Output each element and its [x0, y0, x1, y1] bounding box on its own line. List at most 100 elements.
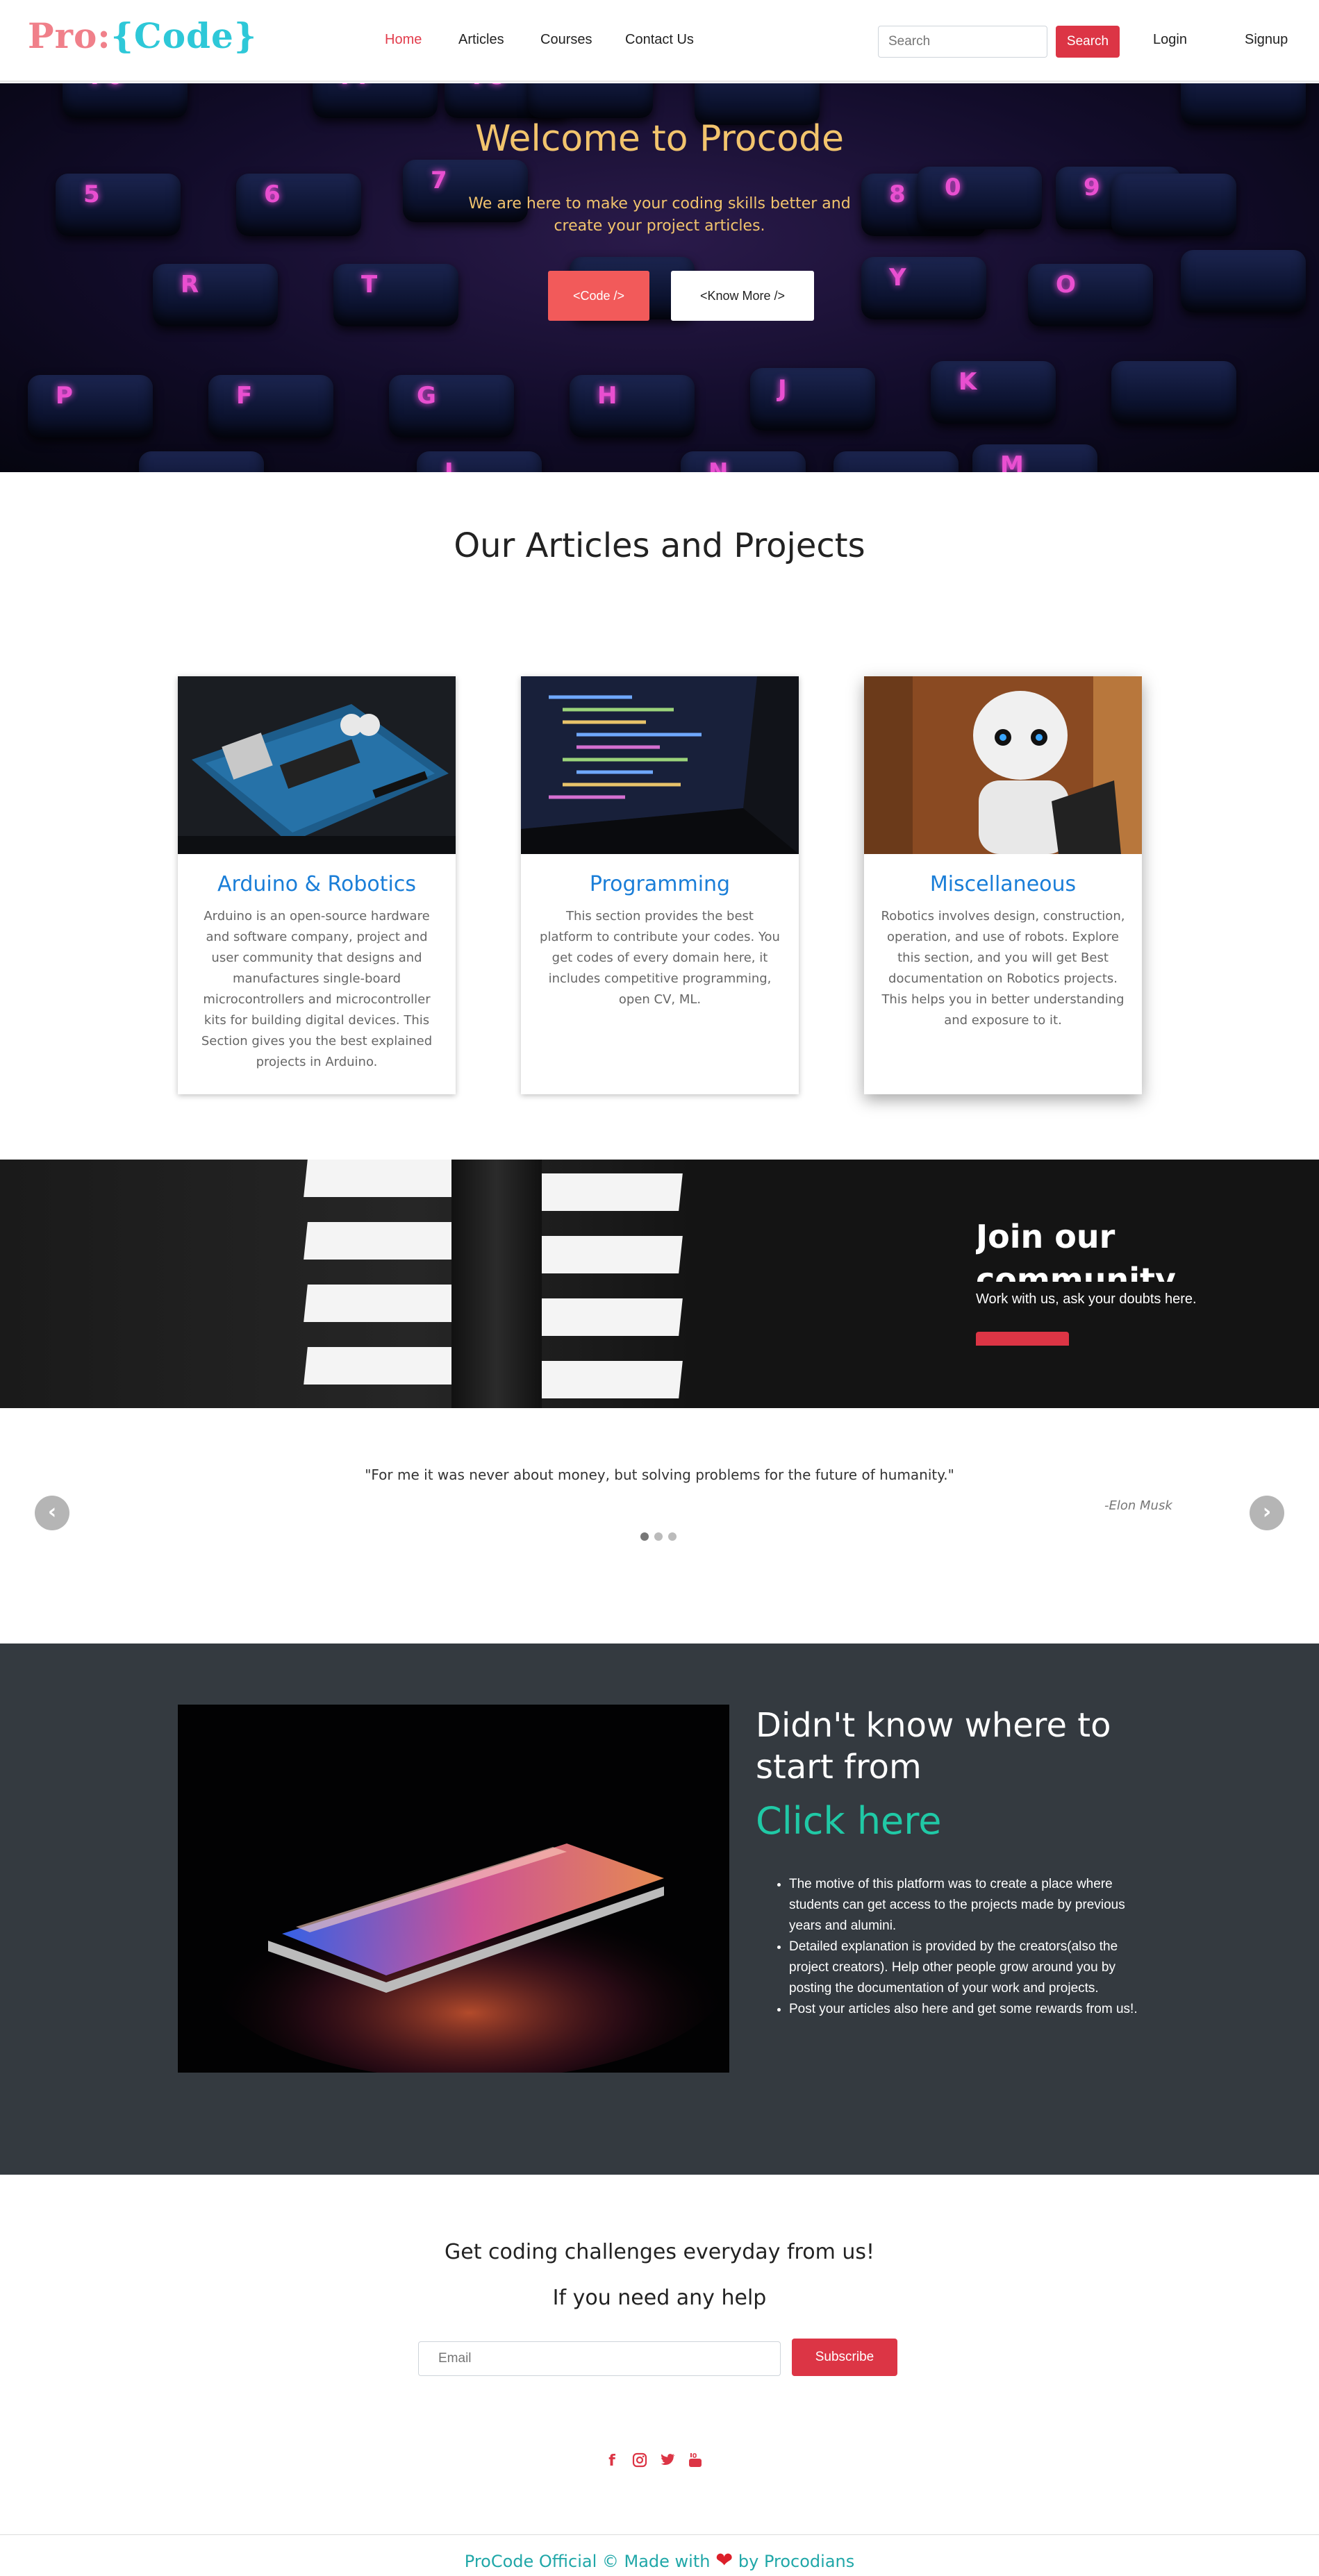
- keyboard-key-label: L: [445, 458, 460, 472]
- keyboard-key: R: [153, 264, 278, 326]
- signup-button[interactable]: Signup: [1245, 32, 1288, 48]
- nav-home[interactable]: Home: [385, 32, 422, 48]
- keyboard-key-label: F: [236, 382, 253, 410]
- search-button[interactable]: Search: [1056, 26, 1120, 58]
- keyboard-key-label: P: [56, 382, 73, 410]
- keyboard-key-label: T: [361, 271, 378, 299]
- laptop-image: [178, 1705, 729, 2073]
- instagram-icon[interactable]: [631, 2452, 649, 2470]
- nav-courses[interactable]: Courses: [540, 32, 592, 48]
- keyboard-key: [528, 83, 653, 118]
- list-item: The motive of this platform was to creat…: [789, 1874, 1150, 1937]
- list-item: Detailed explanation is provided by the …: [789, 1937, 1150, 1999]
- robot-image: [864, 676, 1142, 854]
- click-here-link[interactable]: Click here: [756, 1799, 942, 1843]
- navbar: Pro:{Code} Home Articles Courses Contact…: [0, 0, 1319, 82]
- article-card-programming[interactable]: Programming This section provides the be…: [521, 676, 799, 1094]
- keyboard-key-label: N: [708, 458, 729, 472]
- keyboard-key: [139, 451, 264, 472]
- community-text: Work with us, ask your doubts here.: [976, 1291, 1197, 1307]
- card-title[interactable]: Programming: [521, 872, 799, 896]
- card-text: Arduino is an open-source hardware and s…: [201, 909, 433, 1069]
- subscribe-button[interactable]: Subscribe: [792, 2339, 897, 2376]
- code-button[interactable]: <Code />: [548, 271, 649, 321]
- hero-subtitle-line1: We are here to make your coding skills b…: [468, 195, 851, 212]
- code-laptop-image: [521, 676, 799, 854]
- keyboard-key-label: F7: [340, 83, 373, 90]
- brand-logo[interactable]: Pro:{Code}: [28, 15, 257, 56]
- start-section: Didn't know where to start from Click he…: [0, 1644, 1319, 2175]
- login-button[interactable]: Login: [1153, 32, 1187, 48]
- keyboard-key: T: [333, 264, 458, 326]
- facebook-icon[interactable]: f: [603, 2452, 621, 2470]
- footer: ProCode Official © Made with ❤ by Procod…: [0, 2548, 1319, 2573]
- keyboard-key: F6: [63, 83, 188, 118]
- card-title[interactable]: Miscellaneous: [864, 872, 1142, 896]
- keyboard-key-label: J: [778, 375, 787, 403]
- newsletter-title: Get coding challenges everyday from us!: [444, 2240, 874, 2264]
- keyboard-key-label: 7: [431, 167, 447, 194]
- hero-subtitle: We are here to make your coding skills b…: [0, 193, 1319, 237]
- join-button[interactable]: [976, 1332, 1069, 1346]
- card-title[interactable]: Arduino & Robotics: [178, 872, 456, 896]
- carousel-next-icon[interactable]: ›: [1250, 1496, 1284, 1530]
- twitter-icon[interactable]: [658, 2452, 677, 2470]
- carousel-dot[interactable]: [640, 1532, 649, 1541]
- keyboard-key: L: [417, 451, 542, 472]
- keyboard-key-label: M: [1000, 451, 1024, 472]
- keyboard-key: F: [208, 375, 333, 437]
- nav-contact-us[interactable]: Contact Us: [625, 32, 694, 48]
- carousel-dot[interactable]: [668, 1532, 677, 1541]
- carousel-prev-icon[interactable]: ‹: [35, 1496, 69, 1530]
- keyboard-key: G: [389, 375, 514, 437]
- hero-subtitle-line2: create your project articles.: [554, 217, 765, 235]
- keyboard-key-label: G: [417, 382, 436, 410]
- start-title: Didn't know where to start from: [756, 1706, 1111, 1787]
- keyboard-key-label: O: [1056, 271, 1076, 299]
- motive-list: The motive of this platform was to creat…: [789, 1874, 1150, 2020]
- keyboard-key: O: [1028, 264, 1153, 326]
- brand-pro: Pro:: [28, 15, 111, 56]
- keyboard-key: P: [28, 375, 153, 437]
- keyboard-key: N: [681, 451, 806, 472]
- know-more-button[interactable]: <Know More />: [671, 271, 814, 321]
- keyboard-key: H: [570, 375, 695, 437]
- keyboard-key: F7: [313, 83, 438, 118]
- keyboard-key: K: [931, 361, 1056, 424]
- hero-title: Welcome to Procode: [474, 118, 845, 160]
- keyboard-key-label: H: [597, 382, 617, 410]
- hero-banner: F6F7F8567890RTYOPFGHJKLNM Welcome to Pro…: [0, 83, 1319, 472]
- brand-code: {Code}: [110, 15, 257, 56]
- arduino-board-image: [178, 676, 456, 854]
- carousel-dot[interactable]: [654, 1532, 663, 1541]
- community-banner: Join our community Work with us, ask you…: [0, 1160, 1319, 1408]
- keyboard-key: Y: [861, 257, 986, 319]
- nav-articles[interactable]: Articles: [458, 32, 504, 48]
- card-text: Robotics involves design, construction, …: [881, 909, 1125, 1028]
- keyboard-key-label: K: [959, 368, 977, 396]
- footer-text-right: by Procodians: [738, 2552, 855, 2571]
- carousel-indicators: [640, 1532, 677, 1541]
- heart-icon: ❤: [715, 2548, 733, 2573]
- testimonial-quote: "For me it was never about money, but so…: [365, 1466, 954, 1483]
- article-card-arduino[interactable]: Arduino & Robotics Arduino is an open-so…: [178, 676, 456, 1094]
- article-card-miscellaneous[interactable]: Miscellaneous Robotics involves design, …: [864, 676, 1142, 1094]
- social-links: f: [603, 2452, 704, 2470]
- keyboard-key: J: [750, 368, 875, 430]
- keyboard-key: [1181, 250, 1306, 312]
- keyboard-key-label: Y: [889, 264, 906, 292]
- keyboard-key: [833, 451, 959, 472]
- keyboard-key: M: [972, 444, 1097, 472]
- newsletter-subtitle: If you need any help: [552, 2286, 767, 2310]
- keyboard-key: [1111, 361, 1236, 424]
- list-item: Post your articles also here and get som…: [789, 1999, 1150, 2020]
- footer-divider: [0, 2534, 1319, 2535]
- youtube-icon[interactable]: [686, 2452, 704, 2470]
- community-title: Join our community: [976, 1218, 1176, 1282]
- articles-heading: Our Articles and Projects: [454, 526, 865, 565]
- email-field[interactable]: [418, 2341, 781, 2376]
- testimonial-author: -Elon Musk: [1104, 1498, 1172, 1513]
- keyboard-key-label: F6: [90, 83, 123, 90]
- card-text: This section provides the best platform …: [540, 909, 780, 1007]
- search-input[interactable]: [878, 26, 1047, 58]
